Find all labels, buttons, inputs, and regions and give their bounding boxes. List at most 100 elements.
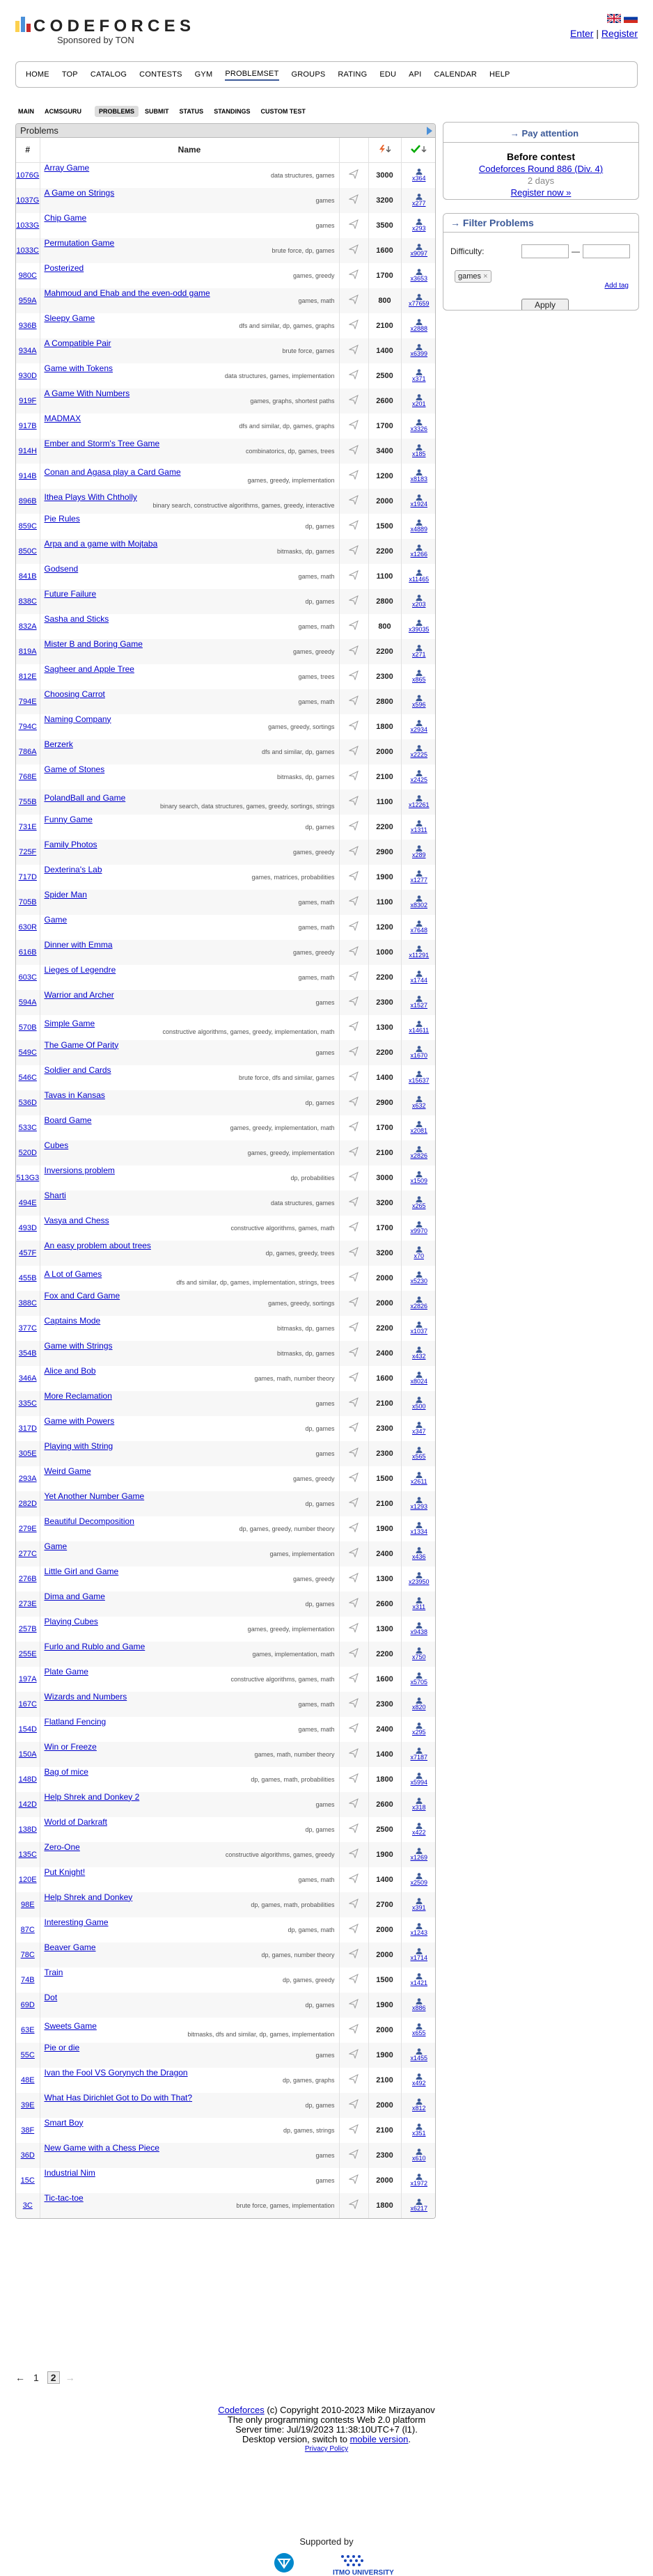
menu-item-gym[interactable]: Gym: [195, 69, 213, 80]
problem-name-link[interactable]: Ivan the Fool VS Gorynych the Dragon: [45, 2068, 188, 2078]
submit-icon[interactable]: [348, 2049, 359, 2059]
difficulty-max-input[interactable]: [583, 244, 630, 258]
problem-id-link[interactable]: 768E: [19, 773, 37, 781]
contest-link[interactable]: Codeforces Round 886 (Div. 4): [479, 164, 603, 174]
problem-id-link[interactable]: 135C: [19, 1851, 37, 1859]
submenu-problems[interactable]: Problems: [95, 106, 139, 117]
problem-id-link[interactable]: 167C: [19, 1700, 37, 1709]
problem-id-link[interactable]: 150A: [19, 1750, 37, 1759]
solved-count-link[interactable]: x1714: [410, 1954, 427, 1961]
problem-id-link[interactable]: 536D: [19, 1099, 37, 1107]
solved-count-link[interactable]: x565: [412, 1453, 426, 1460]
problem-id-link[interactable]: 731E: [19, 823, 37, 831]
problem-id-link[interactable]: 832A: [19, 622, 37, 631]
solved-count-link[interactable]: x432: [412, 1353, 426, 1360]
problem-name-link[interactable]: Warrior and Archer: [45, 990, 114, 1000]
problem-id-link[interactable]: 570B: [19, 1023, 37, 1032]
problem-id-link[interactable]: 603C: [19, 973, 37, 982]
problem-id-link[interactable]: 335C: [19, 1399, 37, 1408]
problem-name-link[interactable]: Industrial Nim: [45, 2168, 95, 2178]
problem-name-link[interactable]: Soldier and Cards: [45, 1065, 111, 1075]
problem-name-link[interactable]: Mahmoud and Ehab and the even-odd game: [45, 288, 210, 298]
submit-icon[interactable]: [348, 1222, 359, 1232]
problem-id-link[interactable]: 936B: [19, 322, 37, 330]
problem-id-link[interactable]: 36D: [21, 2151, 35, 2160]
enter-link[interactable]: Enter: [570, 28, 593, 39]
problem-id-link[interactable]: 317D: [19, 1424, 37, 1433]
tag-remove-icon[interactable]: ×: [483, 272, 487, 281]
solved-count-link[interactable]: x1670: [410, 1052, 427, 1059]
solved-count-link[interactable]: x23950: [409, 1578, 430, 1585]
problem-id-link[interactable]: 257B: [19, 1625, 37, 1633]
problem-id-link[interactable]: 513G3: [16, 1174, 39, 1182]
submit-icon[interactable]: [348, 495, 359, 505]
solved-count-link[interactable]: x7648: [410, 927, 427, 934]
submit-icon[interactable]: [348, 194, 359, 205]
problem-name-link[interactable]: Playing with String: [45, 1441, 113, 1451]
problem-name-link[interactable]: New Game with a Chess Piece: [45, 2143, 159, 2153]
problem-id-link[interactable]: 533C: [19, 1124, 37, 1132]
problem-name-link[interactable]: Interesting Game: [45, 1917, 109, 1927]
problem-name-link[interactable]: Posterized: [45, 263, 84, 273]
problem-id-link[interactable]: 87C: [21, 1926, 35, 1934]
problem-id-link[interactable]: 354B: [19, 1349, 37, 1358]
submit-icon[interactable]: [348, 946, 359, 957]
solved-count-link[interactable]: x2425: [410, 776, 427, 783]
col-id-header[interactable]: #: [16, 138, 40, 163]
problem-name-link[interactable]: Put Knight!: [45, 1867, 86, 1877]
submit-icon[interactable]: [348, 1247, 359, 1257]
submit-icon[interactable]: [348, 1573, 359, 1583]
menu-item-home[interactable]: Home: [26, 69, 49, 80]
submit-icon[interactable]: [348, 1823, 359, 1834]
problem-id-link[interactable]: 39E: [21, 2101, 35, 2110]
problem-id-link[interactable]: 74B: [21, 1976, 35, 1984]
english-flag-icon[interactable]: [607, 14, 621, 23]
submit-icon[interactable]: [348, 1698, 359, 1709]
submit-icon[interactable]: [348, 545, 359, 556]
problem-id-link[interactable]: 838C: [19, 597, 37, 606]
solved-count-link[interactable]: x4889: [410, 526, 427, 533]
submit-icon[interactable]: [348, 1874, 359, 1884]
submit-icon[interactable]: [348, 1673, 359, 1683]
submenu-main[interactable]: Main: [14, 106, 38, 117]
problem-id-link[interactable]: 142D: [19, 1800, 37, 1809]
problem-name-link[interactable]: Simple Game: [45, 1019, 95, 1028]
ton-logo[interactable]: [263, 2552, 305, 2573]
solved-count-link[interactable]: x371: [412, 375, 426, 382]
solved-count-link[interactable]: x820: [412, 1704, 426, 1711]
submit-icon[interactable]: [348, 445, 359, 455]
problem-id-link[interactable]: 377C: [19, 1324, 37, 1333]
problem-id-link[interactable]: 455B: [19, 1274, 37, 1282]
problem-id-link[interactable]: 38F: [21, 2126, 34, 2135]
problem-name-link[interactable]: Godsend: [45, 564, 79, 574]
problem-id-link[interactable]: 279E: [19, 1525, 37, 1533]
problem-id-link[interactable]: 794C: [19, 723, 37, 731]
problem-id-link[interactable]: 154D: [19, 1725, 37, 1734]
menu-item-groups[interactable]: Groups: [292, 69, 326, 80]
problem-name-link[interactable]: Plate Game: [45, 1667, 88, 1676]
problem-name-link[interactable]: Smart Boy: [45, 2118, 84, 2128]
submenu-acmsguru[interactable]: acmsguru: [40, 106, 86, 117]
problem-name-link[interactable]: Sweets Game: [45, 2021, 97, 2031]
solved-count-link[interactable]: x1311: [411, 826, 427, 833]
problem-name-link[interactable]: A Game on Strings: [45, 188, 115, 198]
problem-id-link[interactable]: 850C: [19, 547, 37, 556]
problem-name-link[interactable]: Pie or die: [45, 2043, 80, 2052]
solved-count-link[interactable]: x201: [412, 400, 426, 407]
problem-id-link[interactable]: 794E: [19, 698, 37, 706]
submit-icon[interactable]: [348, 1347, 359, 1358]
problem-id-link[interactable]: 120E: [19, 1876, 37, 1884]
problem-id-link[interactable]: 959A: [19, 297, 37, 305]
problem-name-link[interactable]: Inversions problem: [45, 1165, 115, 1175]
submenu-submit[interactable]: Submit: [141, 106, 173, 117]
submit-icon[interactable]: [348, 1397, 359, 1408]
problem-name-link[interactable]: PolandBall and Game: [45, 793, 126, 803]
problem-name-link[interactable]: Dinner with Emma: [45, 940, 113, 950]
solved-count-link[interactable]: x70: [414, 1252, 424, 1259]
solved-count-link[interactable]: x9970: [410, 1227, 427, 1234]
problem-id-link[interactable]: 3C: [23, 2201, 33, 2210]
problem-id-link[interactable]: 457F: [19, 1249, 36, 1257]
solved-count-link[interactable]: x364: [412, 175, 426, 182]
submit-icon[interactable]: [348, 470, 359, 480]
problem-id-link[interactable]: 273E: [19, 1600, 37, 1608]
